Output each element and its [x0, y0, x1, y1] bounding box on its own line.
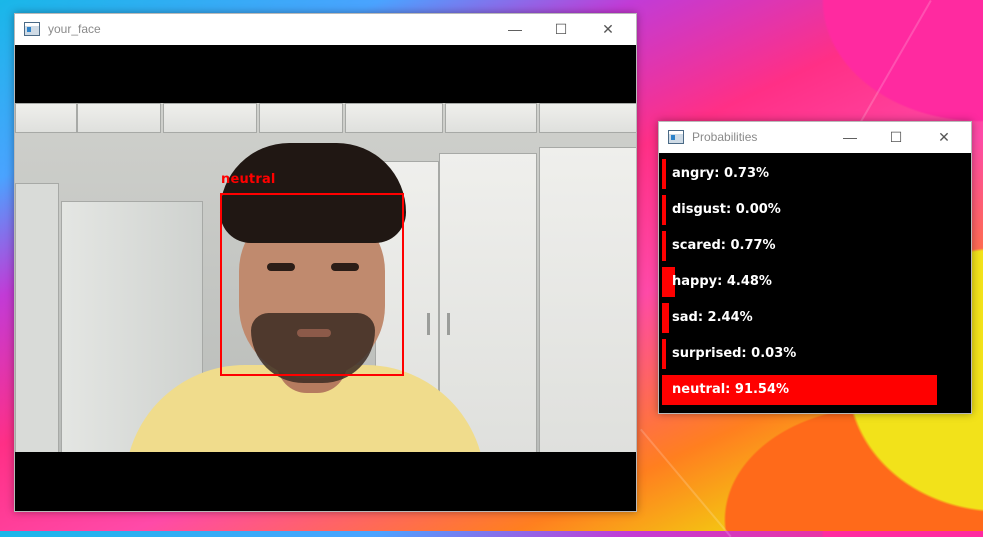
prob-bar	[662, 195, 666, 225]
face-emotion-label: neutral	[221, 172, 276, 187]
probabilities-window: Probabilities — ☐ ✕ angry: 0.73% disgust…	[658, 121, 972, 414]
prob-label: angry: 0.73%	[672, 166, 770, 181]
prob-label: neutral: 91.54%	[672, 382, 790, 397]
prob-bar	[662, 159, 666, 189]
maximize-button[interactable]: ☐	[873, 122, 919, 152]
probabilities-panel: angry: 0.73% disgust: 0.00% scared: 0.77…	[659, 153, 971, 413]
prob-label: disgust: 0.00%	[672, 202, 781, 217]
app-icon	[668, 130, 684, 144]
prob-label: happy: 4.48%	[672, 274, 772, 289]
close-button[interactable]: ✕	[921, 122, 967, 152]
prob-bar	[662, 303, 669, 333]
maximize-button[interactable]: ☐	[538, 14, 584, 44]
face-bounding-box	[220, 193, 404, 376]
window-title: Probabilities	[692, 130, 758, 144]
prob-label: surprised: 0.03%	[672, 346, 797, 361]
prob-bar	[662, 231, 666, 261]
camera-feed: neutral	[15, 45, 636, 511]
app-icon	[24, 22, 40, 36]
title-bar[interactable]: Probabilities — ☐ ✕	[659, 122, 971, 152]
prob-label: scared: 0.77%	[672, 238, 776, 253]
minimize-button[interactable]: —	[827, 122, 873, 152]
your-face-window: your_face — ☐ ✕ neutral	[14, 13, 637, 512]
prob-bar	[662, 339, 666, 369]
title-bar[interactable]: your_face — ☐ ✕	[15, 14, 636, 44]
minimize-button[interactable]: —	[492, 14, 538, 44]
window-title: your_face	[48, 22, 101, 36]
close-button[interactable]: ✕	[585, 14, 631, 44]
prob-label: sad: 2.44%	[672, 310, 753, 325]
